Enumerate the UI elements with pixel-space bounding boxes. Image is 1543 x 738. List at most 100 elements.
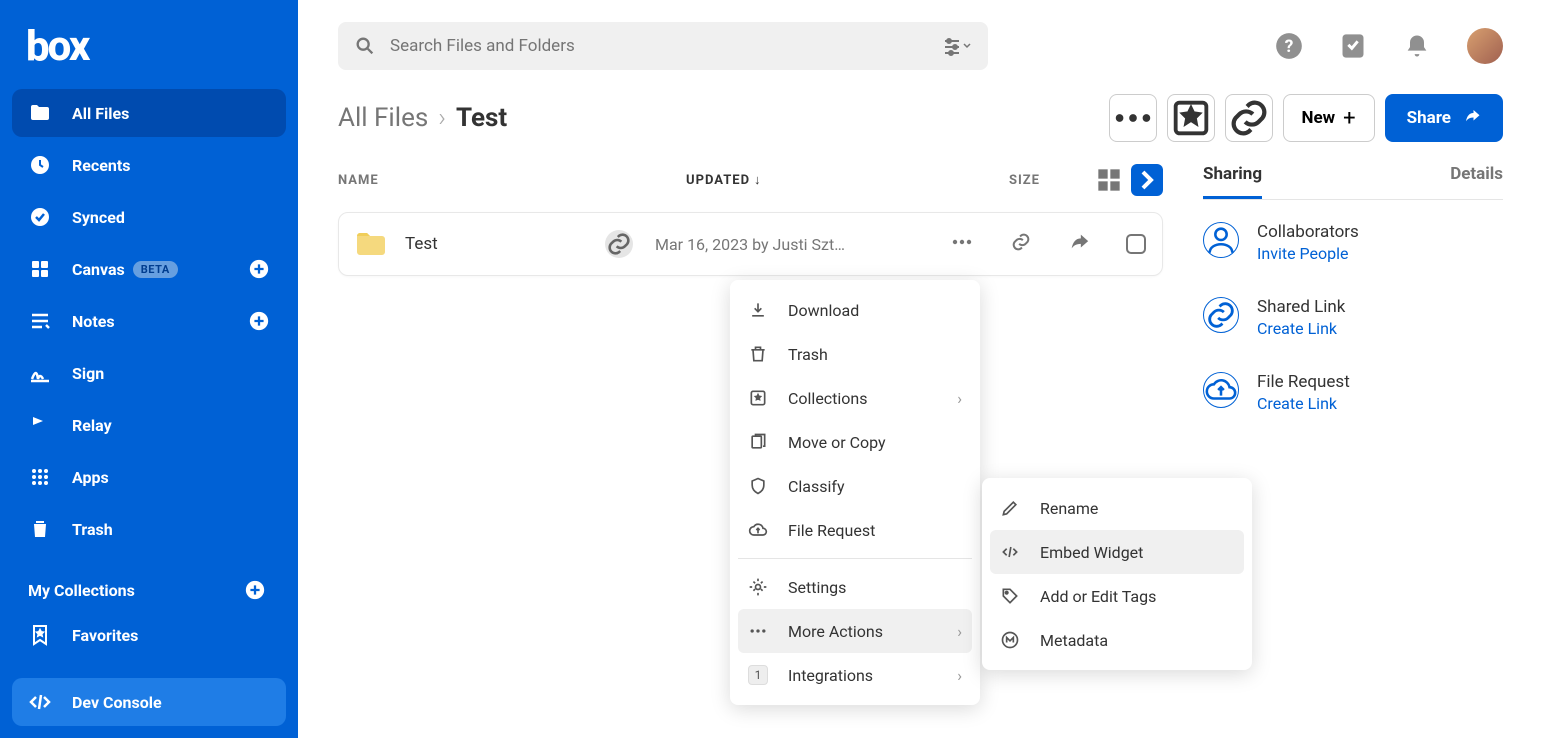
pencil-icon: [1000, 498, 1020, 518]
search-input[interactable]: [390, 36, 932, 56]
menu-settings[interactable]: Settings: [738, 565, 972, 609]
file-name[interactable]: Test: [405, 234, 605, 254]
column-size[interactable]: SIZE: [940, 173, 1040, 188]
sidebar-item-relay[interactable]: Relay: [12, 401, 286, 449]
column-updated[interactable]: UPDATED ↓: [686, 172, 940, 188]
sidebar-item-label: Sign: [72, 364, 104, 383]
dev-console-button[interactable]: Dev Console: [12, 678, 286, 726]
integrations-count-badge: 1: [748, 665, 768, 685]
sidebar: box All Files Recents Synced Canvas BETA…: [0, 0, 298, 738]
panel-collaborators: Collaborators Invite People: [1203, 200, 1503, 275]
column-name[interactable]: NAME: [338, 173, 686, 188]
add-icon[interactable]: [248, 310, 270, 332]
sidebar-item-sign[interactable]: Sign: [12, 349, 286, 397]
folder-icon: [28, 101, 52, 125]
submenu-embed-widget[interactable]: Embed Widget: [990, 530, 1244, 574]
submenu-more-actions: Rename Embed Widget Add or Edit Tags Met…: [982, 478, 1252, 670]
submenu-rename[interactable]: Rename: [990, 486, 1244, 530]
bell-icon[interactable]: [1403, 32, 1431, 60]
sidebar-item-label: Relay: [72, 416, 112, 435]
filter-icon[interactable]: [942, 34, 972, 58]
code-icon: [1000, 542, 1020, 562]
relay-icon: [28, 413, 52, 437]
ellipsis-icon: [748, 621, 768, 641]
collections-header-label: My Collections: [28, 581, 135, 600]
invite-people-link[interactable]: Invite People: [1257, 244, 1359, 263]
submenu-add-edit-tags[interactable]: Add or Edit Tags: [990, 574, 1244, 618]
sidebar-item-favorites[interactable]: Favorites: [12, 611, 286, 659]
collection-button[interactable]: [1167, 94, 1215, 142]
sidebar-item-apps[interactable]: Apps: [12, 453, 286, 501]
add-collection-icon[interactable]: [244, 579, 266, 601]
tasks-icon[interactable]: [1339, 32, 1367, 60]
sidebar-item-label: Apps: [72, 468, 109, 487]
row-checkbox[interactable]: [1126, 234, 1146, 254]
sidebar-item-all-files[interactable]: All Files: [12, 89, 286, 137]
file-row[interactable]: Test Mar 16, 2023 by Justi Szt…: [338, 212, 1163, 276]
share-button-label: Share: [1407, 108, 1451, 128]
search-box[interactable]: [338, 22, 988, 70]
link-chip-icon[interactable]: [605, 230, 633, 258]
sidebar-item-recents[interactable]: Recents: [12, 141, 286, 189]
create-request-link[interactable]: Create Link: [1257, 394, 1350, 413]
menu-download[interactable]: Download: [738, 288, 972, 332]
collaborators-title: Collaborators: [1257, 222, 1359, 242]
menu-file-request[interactable]: File Request: [738, 508, 972, 552]
sidebar-item-label: Trash: [72, 520, 113, 539]
tag-icon: [1000, 586, 1020, 606]
cloud-upload-icon: [748, 520, 768, 540]
help-icon[interactable]: ?: [1275, 32, 1303, 60]
file-request-title: File Request: [1257, 372, 1350, 392]
menu-collections[interactable]: Collections›: [738, 376, 972, 420]
collection-icon: [748, 388, 768, 408]
grid-view-button[interactable]: [1093, 164, 1125, 196]
link-button[interactable]: [1225, 94, 1273, 142]
menu-integrations[interactable]: 1Integrations›: [738, 653, 972, 697]
tab-details[interactable]: Details: [1450, 164, 1503, 199]
canvas-icon: [28, 257, 52, 281]
sidebar-item-synced[interactable]: Synced: [12, 193, 286, 241]
cloud-upload-icon: [1203, 372, 1239, 408]
breadcrumb: All Files › Test: [338, 103, 507, 133]
sidebar-item-label: Synced: [72, 208, 125, 227]
new-button-label: New: [1302, 108, 1336, 128]
share-button[interactable]: Share: [1385, 94, 1503, 142]
shield-icon: [748, 476, 768, 496]
submenu-metadata[interactable]: Metadata: [990, 618, 1244, 662]
gear-icon: [748, 577, 768, 597]
sidebar-item-label: Favorites: [72, 626, 138, 645]
apps-icon: [28, 465, 52, 489]
menu-trash[interactable]: Trash: [738, 332, 972, 376]
sidebar-item-label: Canvas: [72, 260, 125, 279]
breadcrumb-root[interactable]: All Files: [338, 103, 428, 133]
more-options-button[interactable]: [1109, 94, 1157, 142]
brand-logo[interactable]: box: [0, 12, 298, 89]
panel-file-request: File Request Create Link: [1203, 350, 1503, 425]
create-shared-link[interactable]: Create Link: [1257, 319, 1345, 338]
sidebar-item-label: Recents: [72, 156, 130, 175]
file-updated: Mar 16, 2023 by Justi Szt…: [655, 235, 873, 254]
row-link-icon[interactable]: [1010, 231, 1032, 257]
row-more-icon[interactable]: [950, 230, 974, 258]
sidebar-item-trash[interactable]: Trash: [12, 505, 286, 553]
plus-icon: +: [1343, 106, 1355, 131]
panel-toggle-button[interactable]: [1131, 164, 1163, 196]
clock-icon: [28, 153, 52, 177]
new-button[interactable]: New +: [1283, 94, 1375, 142]
share-arrow-icon: [1463, 107, 1481, 130]
trash-icon: [28, 517, 52, 541]
add-icon[interactable]: [248, 258, 270, 280]
menu-more-actions[interactable]: More Actions›: [738, 609, 972, 653]
sidebar-item-canvas[interactable]: Canvas BETA: [12, 245, 286, 293]
row-share-icon[interactable]: [1068, 231, 1090, 257]
trash-icon: [748, 344, 768, 364]
beta-badge: BETA: [133, 261, 178, 278]
tab-sharing[interactable]: Sharing: [1203, 164, 1262, 199]
svg-text:?: ?: [1285, 37, 1294, 57]
sidebar-item-label: All Files: [72, 104, 129, 123]
user-avatar[interactable]: [1467, 28, 1503, 64]
menu-classify[interactable]: Classify: [738, 464, 972, 508]
sidebar-item-notes[interactable]: Notes: [12, 297, 286, 345]
shared-link-title: Shared Link: [1257, 297, 1345, 317]
menu-move-copy[interactable]: Move or Copy: [738, 420, 972, 464]
